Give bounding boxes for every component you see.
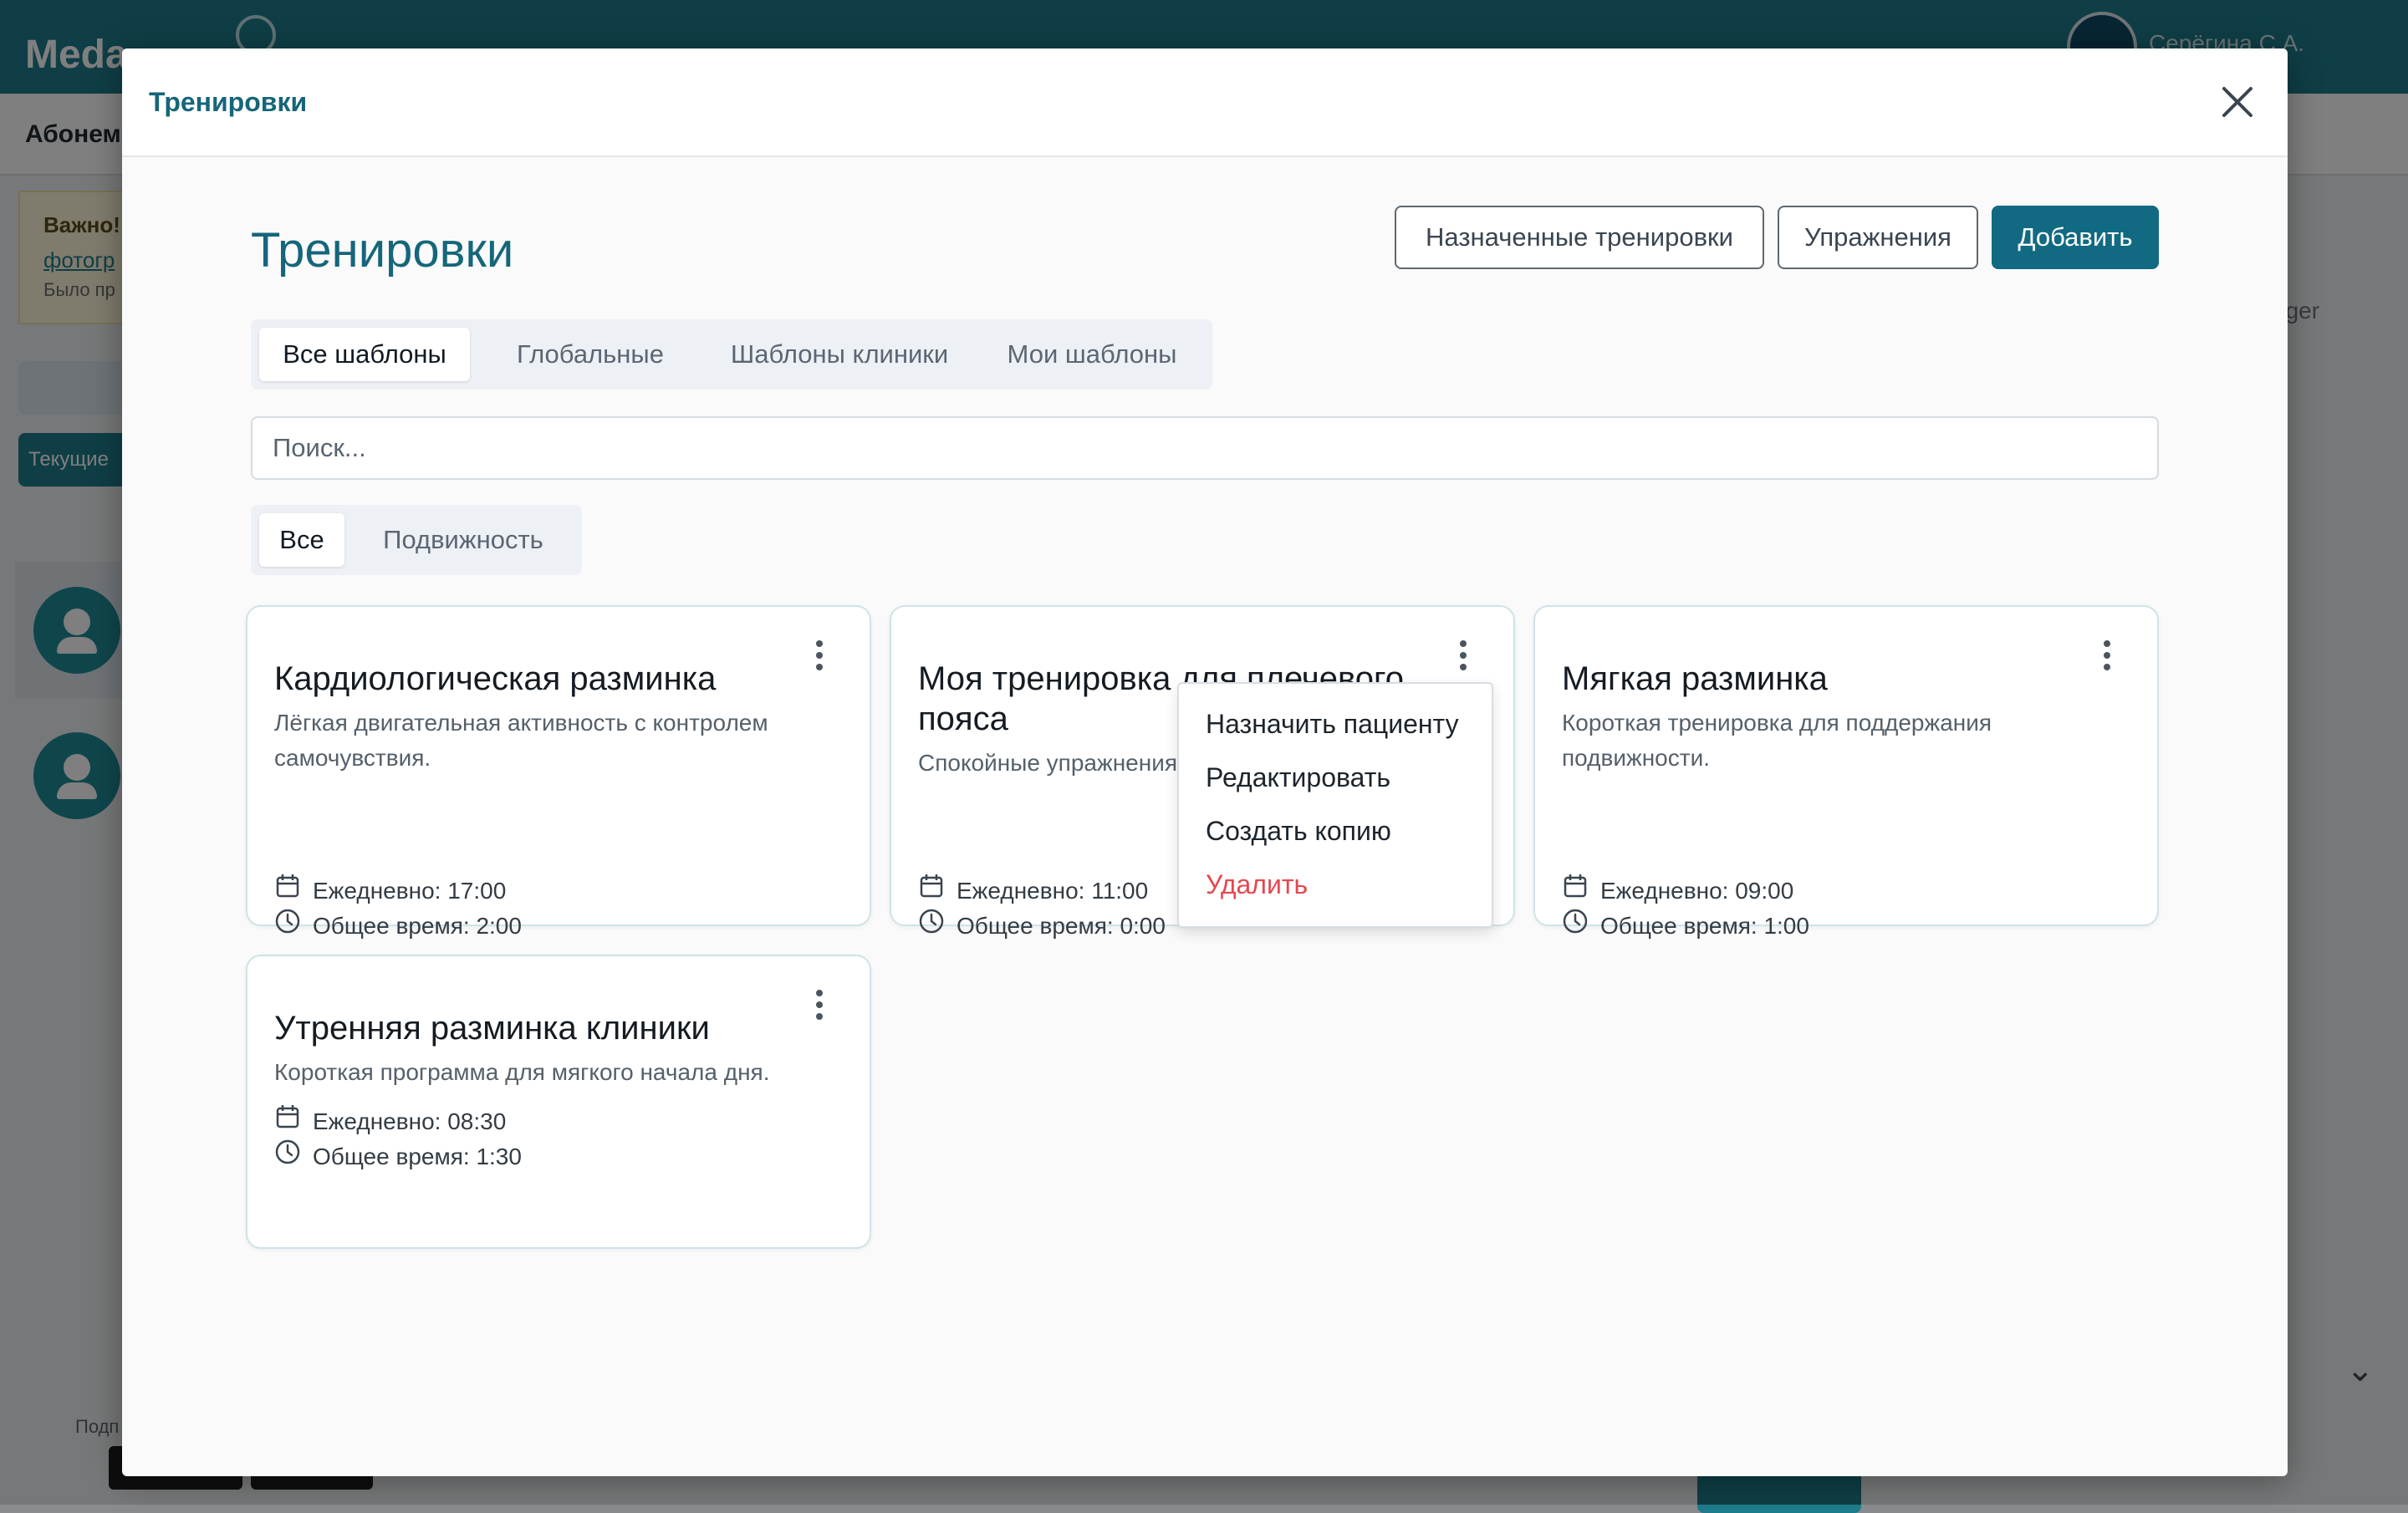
- menu-item-edit[interactable]: Редактировать: [1206, 762, 1390, 793]
- tab-all-templates[interactable]: Все шаблоны: [259, 328, 470, 381]
- schedule-text: Ежедневно: 08:30: [313, 1108, 507, 1134]
- tab-my-templates[interactable]: Мои шаблоны: [982, 328, 1202, 381]
- card-title: Кардиологическая разминка: [274, 660, 717, 697]
- assigned-trainings-button[interactable]: Назначенные тренировки: [1395, 206, 1764, 269]
- add-button[interactable]: Добавить: [1992, 206, 2159, 269]
- exercises-button[interactable]: Упражнения: [1778, 206, 1978, 269]
- modal-title: Тренировки: [149, 87, 308, 117]
- schedule-text: Ежедневно: 09:00: [1600, 878, 1794, 904]
- card-schedule: Ежедневно: 08:30: [274, 1103, 506, 1140]
- trainings-modal: Тренировки Тренировки Назначенные тренир…: [122, 48, 2288, 1476]
- clock-icon: [274, 1139, 313, 1175]
- card-schedule: Ежедневно: 09:00: [1562, 873, 1793, 909]
- more-vert-icon[interactable]: [806, 986, 833, 1023]
- more-vert-icon[interactable]: [806, 637, 833, 674]
- menu-item-delete[interactable]: Удалить: [1206, 869, 1308, 900]
- card-title: Мягкая разминка: [1562, 660, 1828, 697]
- card-total-time: Общее время: 1:30: [274, 1139, 522, 1175]
- training-card[interactable]: Кардиологическая разминка Лёгкая двигате…: [246, 605, 871, 939]
- training-card[interactable]: Мягкая разминка Короткая тренировка для …: [1533, 605, 2159, 939]
- calendar-icon: [274, 1103, 313, 1140]
- card-schedule: Ежедневно: 11:00: [918, 873, 1148, 909]
- filter-mobility[interactable]: Подвижность: [356, 513, 570, 567]
- clock-icon: [274, 908, 313, 945]
- tab-global[interactable]: Глобальные: [483, 328, 697, 381]
- card-total-time: Общее время: 1:00: [1562, 908, 1809, 945]
- clock-icon: [1562, 908, 1600, 945]
- card-total-time: Общее время: 2:00: [274, 908, 522, 945]
- close-icon[interactable]: [2214, 79, 2261, 125]
- schedule-text: Ежедневно: 17:00: [313, 878, 507, 904]
- modal-header: Тренировки: [122, 48, 2288, 157]
- total-time-text: Общее время: 0:00: [957, 913, 1166, 939]
- menu-item-assign-patient[interactable]: Назначить пациенту: [1206, 709, 1459, 740]
- card-description: Короткая тренировка для поддержания подв…: [1562, 710, 1992, 771]
- card-context-menu: Назначить пациенту Редактировать Создать…: [1177, 682, 1493, 928]
- schedule-text: Ежедневно: 11:00: [957, 878, 1149, 904]
- category-filter: Все Подвижность: [251, 505, 582, 575]
- calendar-icon: [918, 873, 957, 909]
- card-schedule: Ежедневно: 17:00: [274, 873, 506, 909]
- tab-clinic-templates[interactable]: Шаблоны клиники: [711, 328, 968, 381]
- card-title: Утренняя разминка клиники: [274, 1010, 710, 1047]
- card-description: Лёгкая двигательная активность с контрол…: [274, 710, 768, 771]
- total-time-text: Общее время: 1:30: [313, 1144, 522, 1169]
- training-card[interactable]: Утренняя разминка клиники Короткая прогр…: [246, 955, 871, 1249]
- clock-icon: [918, 908, 957, 945]
- page-title: Тренировки: [251, 223, 514, 278]
- card-description: Короткая программа для мягкого начала дн…: [274, 1059, 770, 1085]
- template-tabs: Все шаблоны Глобальные Шаблоны клиники М…: [251, 319, 1212, 390]
- calendar-icon: [1562, 873, 1600, 909]
- total-time-text: Общее время: 1:00: [1600, 913, 1809, 939]
- more-vert-icon[interactable]: [2094, 637, 2120, 674]
- total-time-text: Общее время: 2:00: [313, 913, 522, 939]
- card-total-time: Общее время: 0:00: [918, 908, 1166, 945]
- search-input[interactable]: [251, 416, 2159, 480]
- more-vert-icon[interactable]: [1450, 637, 1477, 674]
- filter-all[interactable]: Все: [259, 513, 344, 567]
- calendar-icon: [274, 873, 313, 909]
- menu-item-duplicate[interactable]: Создать копию: [1206, 816, 1391, 847]
